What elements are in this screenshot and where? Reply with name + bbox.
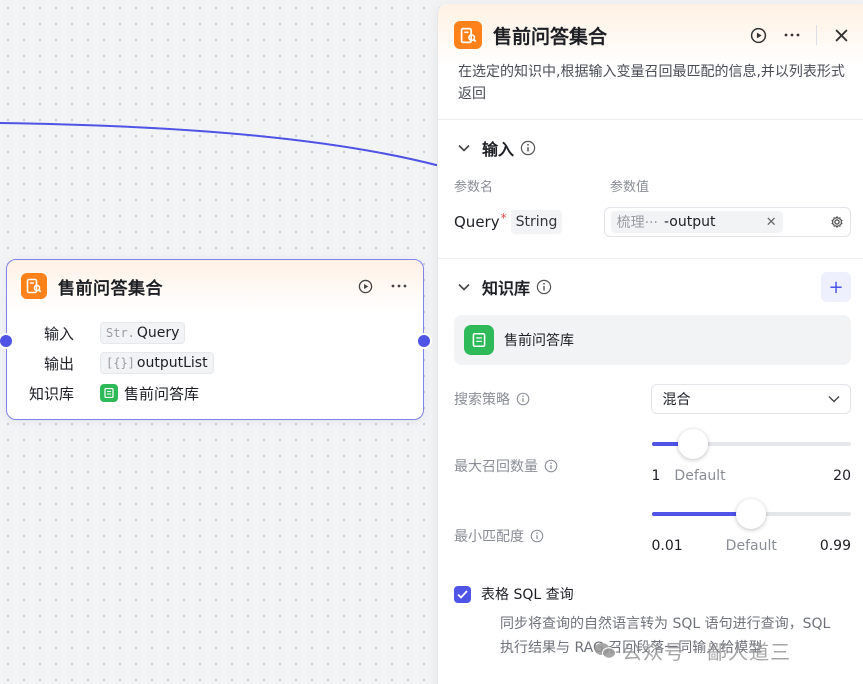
knowledge-base-icon: [100, 384, 118, 402]
ref-output: -output: [663, 214, 716, 230]
search-strategy-row: 搜索策略 混合: [454, 384, 851, 414]
knowledge-retrieval-icon: [21, 273, 47, 299]
string-type-icon: Str.: [106, 326, 135, 340]
panel-description: 在选定的知识中,根据输入变量召回最匹配的信息,并以列表形式返回: [458, 64, 845, 102]
required-mark: *: [500, 211, 507, 225]
output-port[interactable]: [416, 333, 432, 349]
node-output-row: 输出 [{}] outputList: [7, 348, 423, 378]
knowledge-node-card[interactable]: 售前问答集合 输入 Str. Query 输出 [{}] outputList …: [0, 259, 432, 420]
slider-min-label: 1: [651, 468, 661, 484]
slider-track[interactable]: [651, 499, 851, 529]
info-icon[interactable]: [544, 459, 558, 473]
search-strategy-value: 混合: [662, 392, 691, 408]
node-output-label: 输出: [43, 354, 74, 373]
slider-default-label: Default: [725, 538, 777, 554]
run-icon[interactable]: [355, 276, 375, 296]
sql-query-label: 表格 SQL 查询: [481, 587, 574, 603]
run-icon[interactable]: [748, 25, 768, 45]
array-object-type-icon: [{}]: [106, 356, 135, 370]
max-recall-row: 最大召回数量 1 Default 20: [454, 429, 851, 484]
info-icon[interactable]: [516, 392, 530, 406]
param-column-headers: 参数名 参数值: [454, 176, 851, 198]
watermark: 公众号 · 鄙人道三: [594, 636, 791, 665]
remove-icon[interactable]: ✕: [766, 215, 777, 230]
variable-reference-chip[interactable]: 梳理··· -output ✕: [610, 211, 783, 233]
max-recall-label: 最大召回数量: [454, 459, 538, 475]
input-section: 输入 参数名 参数值 Query * String 梳理··· -output …: [438, 120, 863, 259]
col-param-name: 参数名: [454, 180, 494, 195]
node-title: 售前问答集合: [58, 278, 163, 299]
node-kb-label: 知识库: [28, 384, 74, 403]
input-var-chip: Str. Query: [100, 322, 186, 344]
panel-title: 售前问答集合: [493, 25, 608, 48]
node-config-panel: 售前问答集合 在选定的知识中,根据输入变量召回最匹配的信息,并以列表形式返回 输…: [437, 4, 863, 684]
slider-thumb[interactable]: [678, 429, 709, 459]
slider-track[interactable]: [651, 429, 851, 459]
knowledge-section-title: 知识库: [482, 279, 531, 298]
header-divider: [816, 25, 817, 45]
knowledge-retrieval-icon: [454, 21, 482, 49]
slider-max-label: 0.99: [819, 538, 851, 554]
info-icon[interactable]: [530, 529, 544, 543]
more-icon[interactable]: [782, 25, 802, 45]
min-match-row: 最小匹配度 0.01 Default 0.99: [454, 499, 851, 554]
node-input-label: 输入: [43, 324, 74, 343]
watermark-text: 公众号 · 鄙人道三: [622, 640, 792, 664]
gear-icon[interactable]: [830, 215, 844, 229]
chevron-down-icon: [828, 395, 840, 403]
sql-query-row: 表格 SQL 查询: [454, 584, 851, 604]
max-recall-slider[interactable]: 1 Default 20: [651, 429, 851, 484]
param-row: Query * String 梳理··· -output ✕: [454, 198, 851, 246]
search-strategy-select[interactable]: 混合: [651, 384, 851, 414]
knowledge-base-icon: [464, 325, 494, 355]
min-match-label: 最小匹配度: [454, 529, 524, 545]
node-kb-row: 知识库 售前问答库: [7, 378, 423, 408]
slider-max-label: 20: [833, 468, 851, 484]
sql-query-checkbox[interactable]: [454, 585, 471, 603]
knowledge-base-name: 售前问答库: [504, 333, 574, 349]
param-type-chip: String: [510, 210, 563, 234]
slider-min-label: 0.01: [651, 538, 683, 554]
node-header: 售前问答集合: [7, 260, 423, 312]
param-name: Query: [454, 213, 500, 231]
close-icon[interactable]: [831, 25, 851, 45]
node-kb-name: 售前问答库: [124, 384, 200, 403]
node-input-row: 输入 Str. Query: [7, 318, 423, 348]
chevron-down-icon[interactable]: [454, 138, 474, 158]
output-var-name: outputList: [136, 355, 208, 371]
more-icon[interactable]: [389, 276, 409, 296]
knowledge-base-item[interactable]: 售前问答库: [454, 315, 851, 365]
output-var-chip: [{}] outputList: [100, 352, 214, 374]
wechat-icon: [594, 642, 616, 659]
knowledge-section: 知识库 + 售前问答库 搜索策略 混合 最大召回数量 1 Default 20 …: [438, 259, 863, 660]
min-match-slider[interactable]: 0.01 Default 0.99: [651, 499, 851, 554]
chevron-down-icon[interactable]: [454, 277, 474, 297]
info-icon[interactable]: [536, 279, 552, 295]
param-value-input[interactable]: 梳理··· -output ✕: [603, 207, 851, 237]
info-icon[interactable]: [520, 140, 536, 156]
col-param-value: 参数值: [610, 180, 650, 195]
search-strategy-label: 搜索策略: [454, 392, 510, 408]
input-section-title: 输入: [482, 140, 515, 159]
slider-thumb[interactable]: [736, 499, 767, 529]
panel-header: 售前问答集合 在选定的知识中,根据输入变量召回最匹配的信息,并以列表形式返回: [438, 4, 863, 120]
ref-source: 梳理···: [616, 215, 658, 231]
input-var-name: Query: [136, 325, 180, 341]
add-knowledge-button[interactable]: +: [821, 272, 851, 302]
slider-default-label: Default: [674, 468, 726, 484]
